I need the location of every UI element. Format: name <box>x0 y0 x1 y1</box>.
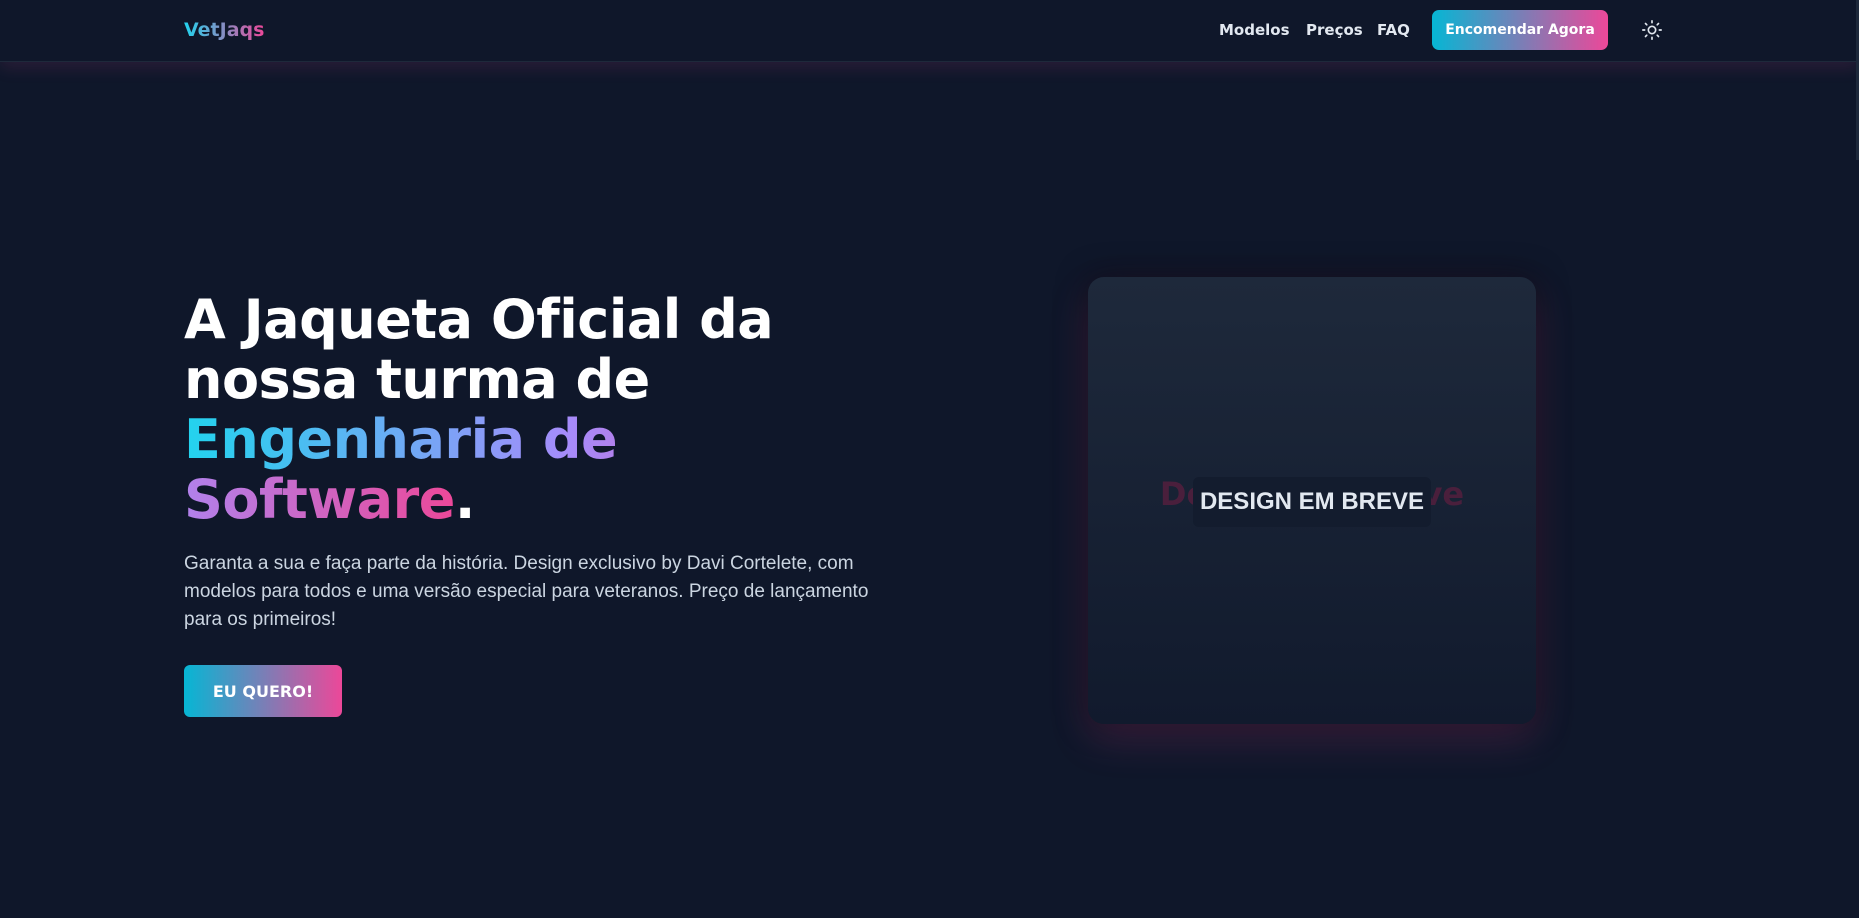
hero-title: A Jaqueta Oficial da nossa turma de Enge… <box>184 290 844 530</box>
hero-title-text: A Jaqueta Oficial da nossa turma de <box>184 288 774 411</box>
hero-description: Garanta a sua e faça parte da história. … <box>184 553 869 630</box>
hero-title-highlight: Engenharia de Software <box>184 408 618 531</box>
design-coming-soon-badge: DESIGN EM BREVE <box>1193 477 1431 527</box>
sun-icon <box>1642 20 1662 40</box>
hero-cta-button[interactable]: EU QUERO! <box>184 665 342 717</box>
top-navbar: VetJaqs Modelos Preços FAQ Encomendar Ag… <box>0 0 1859 62</box>
brand-logo[interactable]: VetJaqs <box>184 19 264 41</box>
nav-link-precos[interactable]: Preços <box>1306 21 1363 39</box>
jacket-preview-card: Design em breve DESIGN EM BREVE <box>1088 277 1536 724</box>
hero-title-period: . <box>454 468 476 531</box>
order-now-button[interactable]: Encomendar Agora <box>1432 10 1608 50</box>
nav-link-faq[interactable]: FAQ <box>1377 21 1410 39</box>
nav-link-modelos[interactable]: Modelos <box>1219 21 1290 39</box>
theme-toggle-button[interactable] <box>1640 18 1664 42</box>
